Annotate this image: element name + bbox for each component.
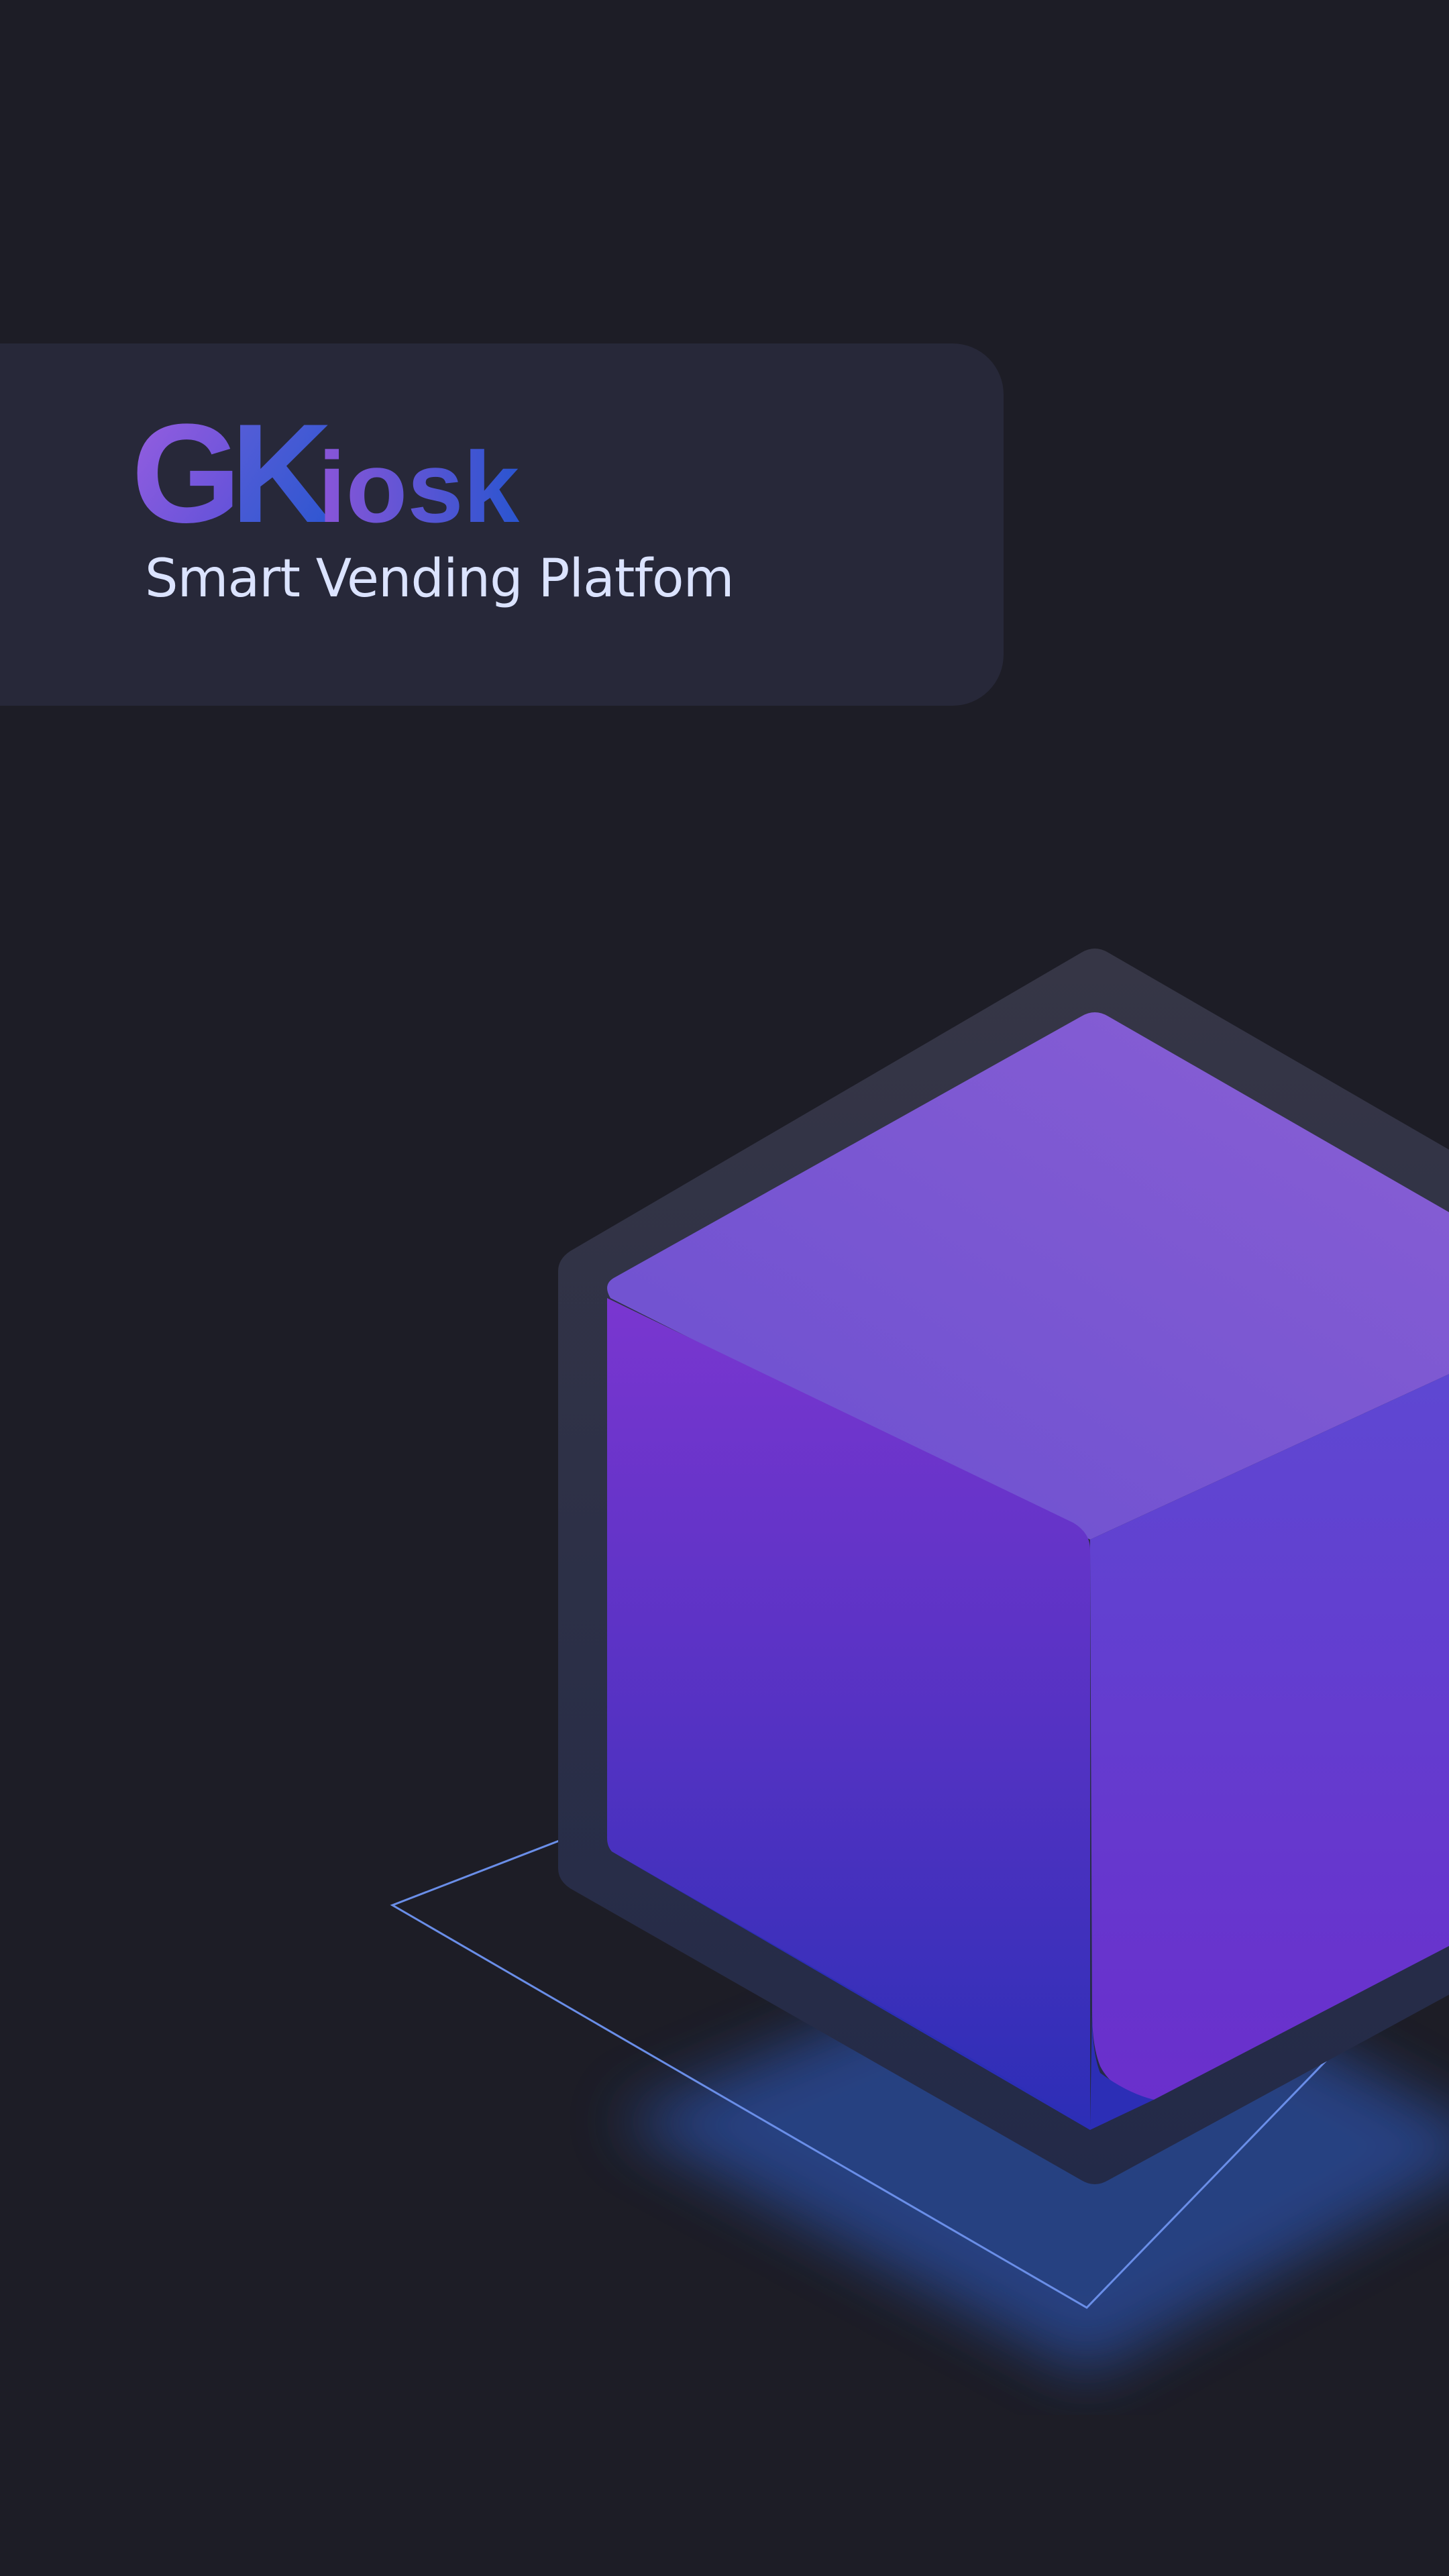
isometric-cube-illustration (390, 949, 1449, 2375)
logo-letter-g: G (131, 402, 241, 537)
gkiosk-logo: G K iosk (131, 402, 520, 537)
logo-suffix: iosk (318, 431, 520, 537)
splash-screen: G K iosk Smart Vending Platfom (0, 0, 1449, 2576)
tagline: Smart Vending Platfom (145, 549, 735, 609)
logo-letter-k: K (231, 402, 333, 537)
